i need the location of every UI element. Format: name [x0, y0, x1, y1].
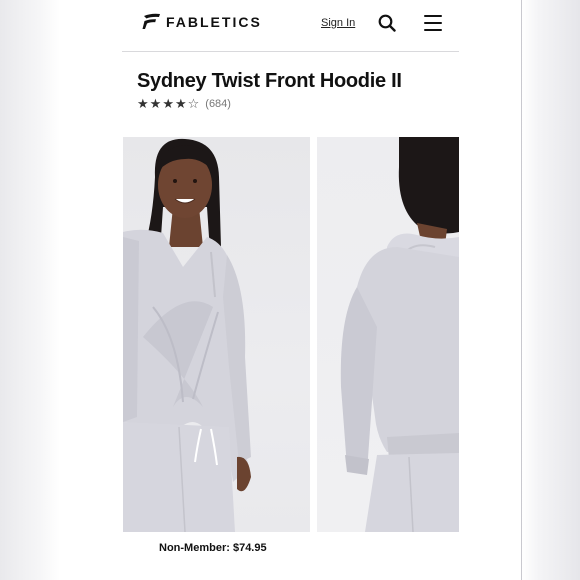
price-label: Non-Member: — [159, 542, 230, 554]
search-icon — [378, 14, 396, 32]
star-empty-icon: ☆ — [187, 96, 200, 111]
product-photo-back[interactable] — [317, 137, 459, 532]
star-filled-icon: ★ — [162, 96, 174, 111]
menu-button[interactable] — [424, 15, 442, 31]
star-filled-icon: ★ — [137, 96, 149, 111]
search-button[interactable] — [378, 14, 396, 32]
product-title: Sydney Twist Front Hoodie II — [137, 70, 402, 92]
review-count[interactable]: (684) — [205, 98, 231, 110]
model-front-illustration — [123, 138, 251, 532]
hamburger-menu-icon — [424, 15, 442, 17]
star-filled-icon: ★ — [149, 96, 162, 111]
backdrop-left — [0, 0, 60, 580]
sign-in-link[interactable]: Sign In — [321, 17, 355, 29]
product-page: FABLETICS Sign In Sydney Twist Front Hoo… — [122, 0, 459, 580]
site-header: FABLETICS Sign In — [122, 0, 459, 52]
brand-logo[interactable]: FABLETICS — [142, 13, 262, 30]
backdrop-right — [522, 0, 580, 580]
brand-name: FABLETICS — [166, 13, 262, 30]
price-value: $74.95 — [232, 542, 267, 554]
model-back-illustration — [340, 137, 459, 532]
product-price: Non-Member: $74.95 — [159, 542, 267, 554]
star-filled-icon: ★ — [174, 96, 187, 111]
fabletics-logo-icon — [142, 13, 160, 29]
product-rating[interactable]: ★ ★ ★ ★ ☆ (684) — [137, 97, 231, 111]
screen-edge — [521, 0, 522, 580]
product-photo-front[interactable] — [123, 137, 310, 532]
